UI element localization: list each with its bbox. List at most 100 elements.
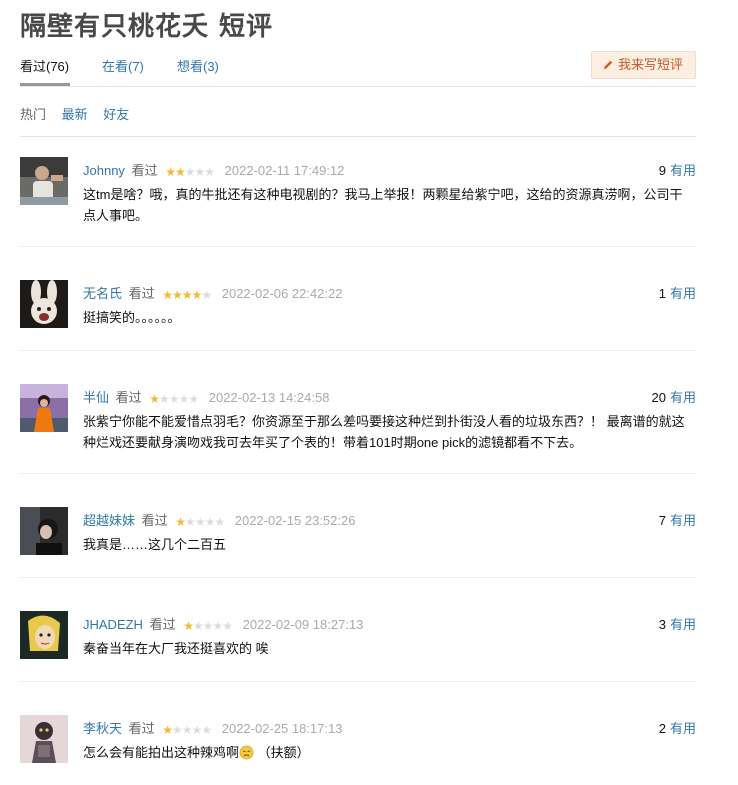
review-votes: 2 有用	[659, 718, 696, 737]
star-empty-icon: ★	[172, 723, 183, 737]
useful-button[interactable]: 有用	[670, 513, 696, 528]
review-time: 2022-02-13 14:24:58	[208, 390, 330, 405]
sort-divider	[20, 136, 696, 137]
star-empty-icon: ★	[192, 619, 204, 633]
star-empty-icon: ★	[201, 723, 212, 737]
review-author[interactable]: 超越妹妹	[83, 513, 135, 528]
useful-button[interactable]: 有用	[670, 286, 696, 301]
sort-hot[interactable]: 热门	[20, 107, 46, 122]
useful-button[interactable]: 有用	[670, 163, 696, 178]
review-time: 2022-02-06 22:42:22	[221, 286, 343, 301]
useful-button[interactable]: 有用	[670, 721, 696, 736]
tab-want-to-watch[interactable]: 想看(3)	[177, 56, 219, 75]
star-filled-icon: ★	[181, 288, 193, 302]
vote-count: 9	[658, 163, 666, 178]
review-time: 2022-02-25 18:17:13	[221, 721, 343, 736]
rating-stars: ★★★★★	[162, 288, 212, 302]
vote-count: 7	[658, 513, 666, 528]
review-author[interactable]: 无名氏	[83, 286, 122, 301]
avatar[interactable]	[20, 715, 68, 763]
star-empty-icon: ★	[212, 619, 224, 633]
pumpkin-figure-avatar-icon	[20, 715, 68, 763]
star-filled-icon: ★	[149, 392, 160, 406]
review-divider	[20, 350, 696, 351]
review-status: 看过	[131, 163, 158, 178]
star-empty-icon: ★	[202, 619, 214, 633]
star-empty-icon: ★	[194, 165, 205, 179]
avatar[interactable]	[20, 384, 68, 432]
tab-watched[interactable]: 看过(76)	[20, 56, 71, 86]
star-empty-icon: ★	[204, 165, 215, 179]
star-empty-icon: ★	[188, 392, 199, 406]
review-time: 2022-02-11 17:49:12	[224, 163, 345, 178]
page-title: 隔壁有只桃花夭 短评	[20, 12, 274, 42]
orange-figure-avatar-icon	[20, 384, 68, 432]
review-divider	[20, 681, 696, 682]
review-item: 半仙 看过 ★★★★★ 2022-02-13 14:24:58 20 有用 张紫宁…	[20, 384, 696, 474]
review-status: 看过	[128, 721, 155, 736]
avatar[interactable]	[20, 611, 68, 659]
avatar[interactable]	[20, 157, 68, 205]
star-empty-icon: ★	[201, 288, 212, 302]
man-photo-avatar-icon	[20, 157, 68, 205]
star-empty-icon: ★	[194, 515, 206, 529]
review-author[interactable]: Johnny	[83, 163, 125, 178]
avatar[interactable]	[20, 280, 68, 328]
review-item: 无名氏 看过 ★★★★★ 2022-02-06 22:42:22 1 有用 挺搞笑…	[20, 280, 696, 351]
rating-stars: ★★★★★	[165, 165, 215, 179]
review-content: 怎么会有能拍出这种辣鸡啊 （扶额）	[83, 742, 693, 763]
useful-button[interactable]: 有用	[670, 390, 696, 405]
review-author[interactable]: JHADEZH	[83, 617, 143, 632]
review-item: 李秋天 看过 ★★★★★ 2022-02-25 18:17:13 2 有用 怎么会…	[20, 715, 696, 775]
review-text: 怎么会有能拍出这种辣鸡啊	[83, 745, 240, 760]
review-meta: Johnny 看过 ★★★★★ 2022-02-11 17:49:12	[83, 160, 344, 179]
star-filled-icon: ★	[175, 515, 186, 529]
star-filled-icon: ★	[162, 723, 173, 737]
star-filled-icon: ★	[174, 165, 186, 179]
review-votes: 1 有用	[659, 283, 696, 302]
review-meta: 半仙 看过 ★★★★★ 2022-02-13 14:24:58	[83, 387, 329, 406]
review-time: 2022-02-09 18:27:13	[242, 617, 364, 632]
star-filled-icon: ★	[172, 288, 183, 302]
star-empty-icon: ★	[204, 515, 216, 529]
review-meta: 超越妹妹 看过 ★★★★★ 2022-02-15 23:52:26	[83, 510, 355, 529]
review-content: 这tm是啥？哦，真的牛批还有这种电视剧的？我马上举报！两颗星给紫宁吧，这给的资源…	[83, 187, 683, 223]
vote-count: 20	[651, 390, 666, 405]
review-content: 张紫宁你能不能爱惜点羽毛？你资源至于那么差吗要接这种烂到扑街没人看的垃圾东西？！…	[83, 414, 685, 450]
review-text-tail: （扶额）	[257, 745, 310, 760]
tab-watched-label: 看过(76)	[20, 59, 70, 74]
sad-face-emoji-icon	[239, 745, 254, 760]
star-filled-icon: ★	[191, 288, 203, 302]
star-empty-icon: ★	[214, 515, 225, 529]
tab-watching[interactable]: 在看(7)	[102, 56, 144, 75]
star-empty-icon: ★	[222, 619, 233, 633]
write-review-button[interactable]: 我来写短评	[590, 51, 696, 79]
dark-portrait-avatar-icon	[20, 507, 68, 555]
sort-options: 热门 最新 好友	[20, 104, 141, 123]
review-divider	[20, 246, 696, 247]
useful-button[interactable]: 有用	[670, 617, 696, 632]
review-content: 秦奋当年在大厂我还挺喜欢的 唉	[83, 641, 269, 656]
review-status: 看过	[115, 390, 142, 405]
pencil-icon	[603, 60, 613, 70]
review-status: 看过	[141, 513, 168, 528]
cartoon-girl-avatar-icon	[20, 611, 68, 659]
avatar[interactable]	[20, 507, 68, 555]
sort-latest[interactable]: 最新	[62, 107, 88, 122]
star-filled-icon: ★	[162, 288, 173, 302]
vote-count: 3	[658, 617, 666, 632]
rating-stars: ★★★★★	[149, 392, 199, 406]
tabs-divider	[20, 86, 696, 87]
review-meta: JHADEZH 看过 ★★★★★ 2022-02-09 18:27:13	[83, 614, 363, 633]
review-author[interactable]: 李秋天	[83, 721, 122, 736]
review-item: 超越妹妹 看过 ★★★★★ 2022-02-15 23:52:26 7 有用 我真…	[20, 507, 696, 578]
rating-stars: ★★★★★	[162, 723, 212, 737]
review-content: 我真是……这几个二百五	[83, 537, 227, 552]
review-author[interactable]: 半仙	[83, 390, 109, 405]
sort-friends[interactable]: 好友	[103, 107, 129, 122]
review-meta: 李秋天 看过 ★★★★★ 2022-02-25 18:17:13	[83, 718, 342, 737]
rating-stars: ★★★★★	[175, 515, 225, 529]
review-content: 挺搞笑的。。。。。。	[83, 310, 181, 325]
review-votes: 7 有用	[659, 510, 696, 529]
star-empty-icon: ★	[168, 392, 180, 406]
